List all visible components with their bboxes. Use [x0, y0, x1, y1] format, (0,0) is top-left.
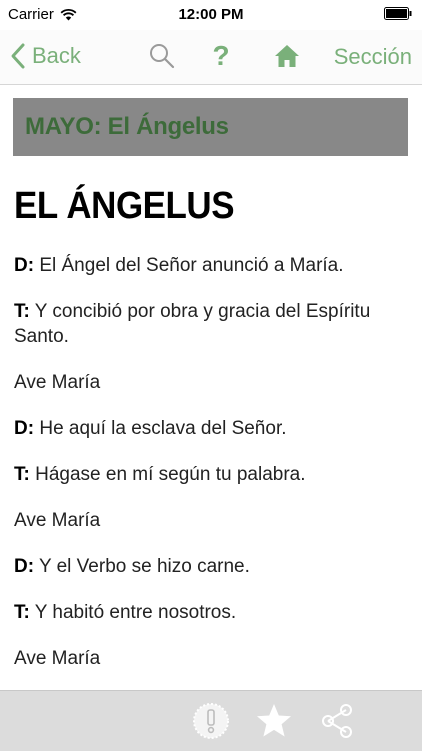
search-icon — [150, 44, 175, 69]
line-text: He aquí la esclava del Señor. — [34, 418, 287, 439]
line-text: Ave María — [14, 372, 101, 393]
content-scroll-area[interactable]: MAYO: El Ángelus EL ÁNGELUS D: El Ángel … — [0, 85, 422, 690]
speaker-label: D: — [14, 255, 35, 276]
search-button[interactable] — [148, 40, 176, 72]
speaker-label: T: — [14, 301, 30, 322]
help-icon: ? — [212, 40, 230, 71]
prayer-line: T: Y habitó entre nosotros. — [14, 600, 409, 625]
line-text: Y el Verbo se hizo carne. — [34, 556, 250, 577]
star-icon — [257, 704, 291, 737]
status-time: 12:00 PM — [178, 6, 244, 23]
prayer-text: D: El Ángel del Señor anunció a María. T… — [14, 253, 409, 690]
line-text: El Ángel del Señor anunció a María. — [34, 255, 344, 276]
prayer-line: D: El Ángel del Señor anunció a María. — [14, 253, 409, 278]
section-banner: MAYO: El Ángelus — [13, 98, 408, 156]
battery-icon — [384, 7, 412, 20]
navigation-bar: Back ? Sección — [0, 30, 422, 85]
home-button[interactable] — [272, 40, 302, 72]
line-text: Ave María — [14, 510, 101, 531]
prayer-line: D: Y el Verbo se hizo carne. — [14, 554, 409, 579]
share-button[interactable] — [316, 700, 358, 742]
line-text: Y concibió por obra y gracia del Espírit… — [14, 301, 371, 347]
line-text: Hágase en mí según tu palabra. — [29, 464, 306, 485]
status-bar: Carrier 12:00 PM — [0, 0, 422, 30]
prayer-line: D: He aquí la esclava del Señor. — [14, 416, 409, 441]
section-banner-title: MAYO: El Ángelus — [25, 113, 229, 140]
bottom-toolbar — [0, 690, 422, 751]
speaker-label: T: — [14, 602, 30, 623]
prayer-line: Ave María — [14, 370, 409, 395]
prayer-line: Ave María — [14, 508, 409, 533]
speaker-label: D: — [14, 418, 35, 439]
line-text: Ave María — [14, 648, 101, 669]
chevron-left-icon — [11, 43, 25, 69]
alert-badge-icon — [193, 703, 229, 739]
page-title: EL ÁNGELUS — [14, 185, 235, 227]
back-button[interactable]: Back — [10, 40, 81, 72]
speaker-label: T: — [14, 464, 30, 485]
line-text: Y habitó entre nosotros. — [29, 602, 237, 623]
share-icon — [322, 704, 352, 738]
favorite-button[interactable] — [253, 700, 295, 742]
prayer-line: Ave María — [14, 646, 409, 671]
back-label: Back — [32, 43, 81, 68]
prayer-line: T: Y concibió por obra y gracia del Espí… — [14, 299, 409, 349]
prayer-line: T: Hágase en mí según tu palabra. — [14, 462, 409, 487]
speaker-label: D: — [14, 556, 35, 577]
home-icon — [275, 45, 299, 67]
section-button[interactable]: Sección — [334, 44, 412, 70]
alert-button[interactable] — [190, 700, 232, 742]
help-button[interactable]: ? — [207, 40, 235, 72]
